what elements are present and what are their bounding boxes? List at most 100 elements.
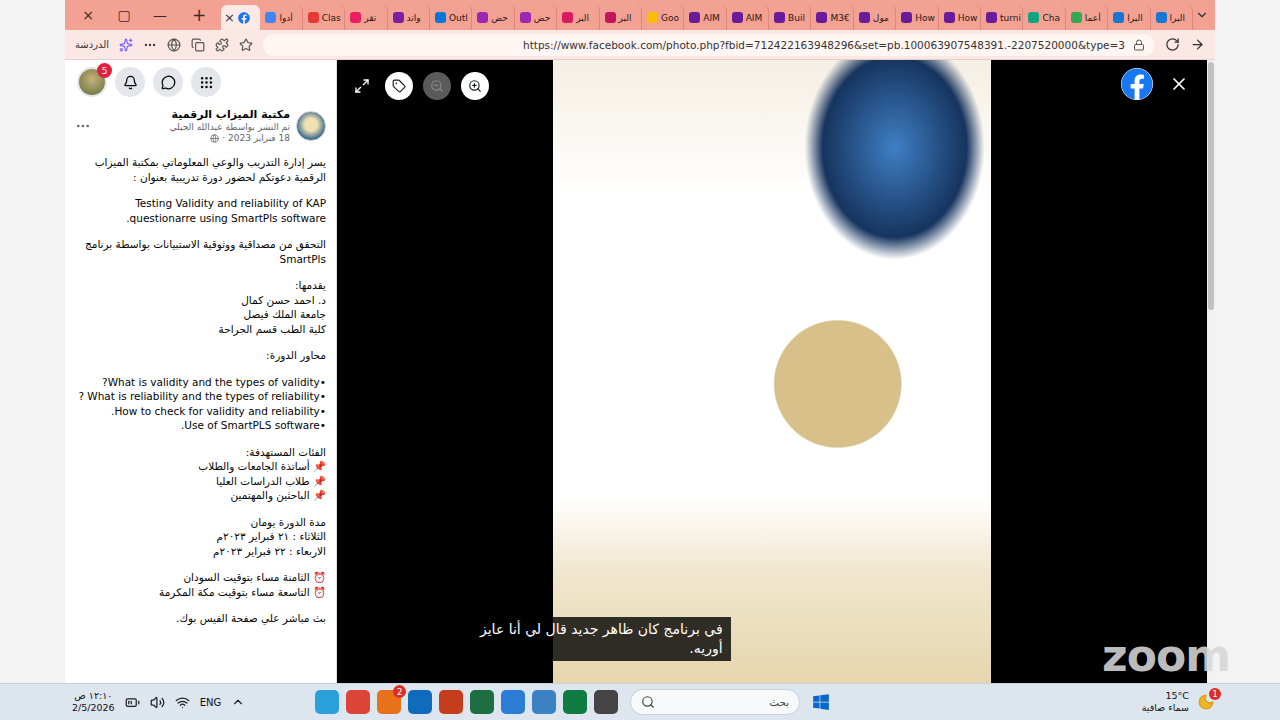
collections-icon[interactable]	[191, 38, 205, 52]
favicon-icon	[944, 12, 955, 23]
wifi-icon[interactable]	[175, 695, 190, 710]
app-icon[interactable]	[501, 690, 525, 714]
post-line: محاور الدورة:	[75, 348, 326, 363]
profile-avatar[interactable]: 5	[77, 67, 107, 97]
app-icon[interactable]	[439, 690, 463, 714]
browser-tab[interactable]: أدوا	[262, 5, 302, 30]
url-text: https://www.facebook.com/photo.php?fbid=…	[523, 39, 1125, 51]
zoom-out-button[interactable]	[423, 72, 451, 100]
favicon-icon	[605, 12, 616, 23]
back-icon[interactable]	[1190, 37, 1205, 52]
browser-tab[interactable]: البرا	[1153, 5, 1193, 30]
favicon-icon	[520, 12, 531, 23]
search-icon	[641, 695, 655, 709]
browser-tab[interactable]: How	[898, 5, 938, 30]
favicon-icon	[1071, 12, 1082, 23]
browser-tab[interactable]: أعما	[1068, 5, 1108, 30]
copilot-icon[interactable]	[119, 38, 133, 52]
side-gap	[1215, 0, 1280, 683]
app-icon[interactable]: 2	[377, 690, 401, 714]
app-icon[interactable]	[408, 690, 432, 714]
post-line: مدة الدورة يومان	[75, 515, 326, 530]
browser-tab[interactable]: تقر	[347, 5, 387, 30]
browser-tab[interactable]: حض	[474, 5, 514, 30]
browser-tab[interactable]: AIM	[686, 5, 726, 30]
notifications-button[interactable]	[115, 67, 145, 97]
weather-widget[interactable]: 15°Cسماء صافية1	[1142, 690, 1215, 714]
volume-icon[interactable]	[150, 695, 165, 710]
window-control[interactable]: ▢	[107, 7, 141, 23]
favorite-icon[interactable]	[239, 38, 253, 52]
browser-tab[interactable]: AIM	[729, 5, 769, 30]
app-icon[interactable]	[470, 690, 494, 714]
more-icon[interactable]	[143, 38, 157, 52]
page-avatar[interactable]	[296, 111, 326, 141]
tab-label: turni	[1000, 13, 1021, 23]
menu-button[interactable]	[191, 67, 221, 97]
post-menu[interactable]	[75, 118, 91, 134]
clock[interactable]: ١٢:١٠ ص2/5/2026	[72, 690, 115, 714]
messenger-button[interactable]	[153, 67, 183, 97]
zoom-in-button[interactable]	[461, 72, 489, 100]
window-control[interactable]: ×	[71, 7, 105, 23]
start-button[interactable]	[812, 693, 830, 711]
tag-button[interactable]	[385, 72, 413, 100]
app-icon[interactable]	[563, 690, 587, 714]
app-icon[interactable]	[315, 690, 339, 714]
browser-tab[interactable]: Outl	[432, 5, 472, 30]
post-paragraph: الفئات المستهدفة:📌 أساتذة الجامعات والطل…	[75, 445, 326, 503]
post-date[interactable]: 18 فبراير 2023 ·	[170, 133, 290, 143]
url-field[interactable]: https://www.facebook.com/photo.php?fbid=…	[263, 34, 1155, 56]
taskbar-search[interactable]: بحث	[630, 689, 800, 715]
browser-tab[interactable]: Cha	[1025, 5, 1065, 30]
post-paragraph: يقدمها:د. احمد حسن كمالجامعة الملك فيصلك…	[75, 278, 326, 336]
globe-icon[interactable]	[167, 38, 181, 52]
fullscreen-button[interactable]	[349, 73, 375, 99]
refresh-icon[interactable]	[1165, 37, 1180, 52]
extensions-icon[interactable]	[215, 38, 229, 52]
scroll-thumb[interactable]	[1208, 62, 1214, 310]
browser-tab[interactable]: How	[941, 5, 981, 30]
facebook-home[interactable]	[1121, 68, 1153, 100]
browser-tab[interactable]: البر	[602, 5, 642, 30]
grid-icon	[199, 75, 214, 90]
photo-viewer: في برنامج كان ظاهر جديد قال لي أنا عايزأ…	[337, 60, 1207, 683]
post: مكتبة الميزاب الرقميةتم النشر بواسطة عبد…	[65, 104, 336, 632]
browser-window: ×▢—+×أدواClasتقرواتدOutlحضحضالبرالبرGooA…	[65, 0, 1215, 683]
browser-tab[interactable]: Clas	[305, 5, 345, 30]
scrollbar[interactable]	[1207, 60, 1215, 683]
browser-tab[interactable]: واتد	[390, 5, 430, 30]
caption-line: أوريه.	[480, 639, 723, 658]
app-icon[interactable]	[594, 690, 618, 714]
chat-label[interactable]: الدردشة	[75, 39, 109, 50]
posted-by: تم النشر بواسطة عبدالله الجيلي	[170, 122, 290, 132]
browser-tab[interactable]: البر	[559, 5, 599, 30]
new-tab-button[interactable]: +	[179, 5, 219, 25]
browser-tab[interactable]: ×	[221, 5, 260, 30]
post-paragraph: ⏰ الثامنة مساء بتوقيت السودان⏰ التاسعة م…	[75, 570, 326, 599]
language-indicator[interactable]: ENG	[200, 697, 222, 708]
close-icon[interactable]	[1169, 74, 1189, 94]
browser-tab[interactable]: مول	[856, 5, 896, 30]
page-name[interactable]: مكتبة الميزاب الرقمية	[170, 108, 290, 121]
window-control[interactable]: —	[143, 7, 177, 23]
post-paragraph: بث مباشر علي صفحة الفيس بوك.	[75, 611, 326, 626]
zoom-out-icon	[430, 79, 444, 93]
lock-icon[interactable]	[1133, 39, 1145, 51]
browser-tab[interactable]: Goo	[644, 5, 684, 30]
post-paragraph: محاور الدورة:	[75, 348, 326, 363]
browser-tab[interactable]: Buil	[771, 5, 811, 30]
post-line: يقدمها:	[75, 278, 326, 293]
browser-tab[interactable]: البرا	[1110, 5, 1150, 30]
browser-tab[interactable]: turni	[983, 5, 1023, 30]
post-line: كلية الطب قسم الجراحة	[75, 322, 326, 337]
viewer-top-right	[1121, 68, 1189, 100]
tab-list-icon[interactable]	[1195, 8, 1209, 22]
app-icon[interactable]	[346, 690, 370, 714]
battery-icon[interactable]	[125, 695, 140, 710]
tab-close[interactable]: ×	[224, 10, 235, 25]
tray-expand-icon[interactable]	[231, 695, 245, 709]
app-icon[interactable]	[532, 690, 556, 714]
browser-tab[interactable]: حض	[517, 5, 557, 30]
browser-tab[interactable]: M3€	[813, 5, 853, 30]
